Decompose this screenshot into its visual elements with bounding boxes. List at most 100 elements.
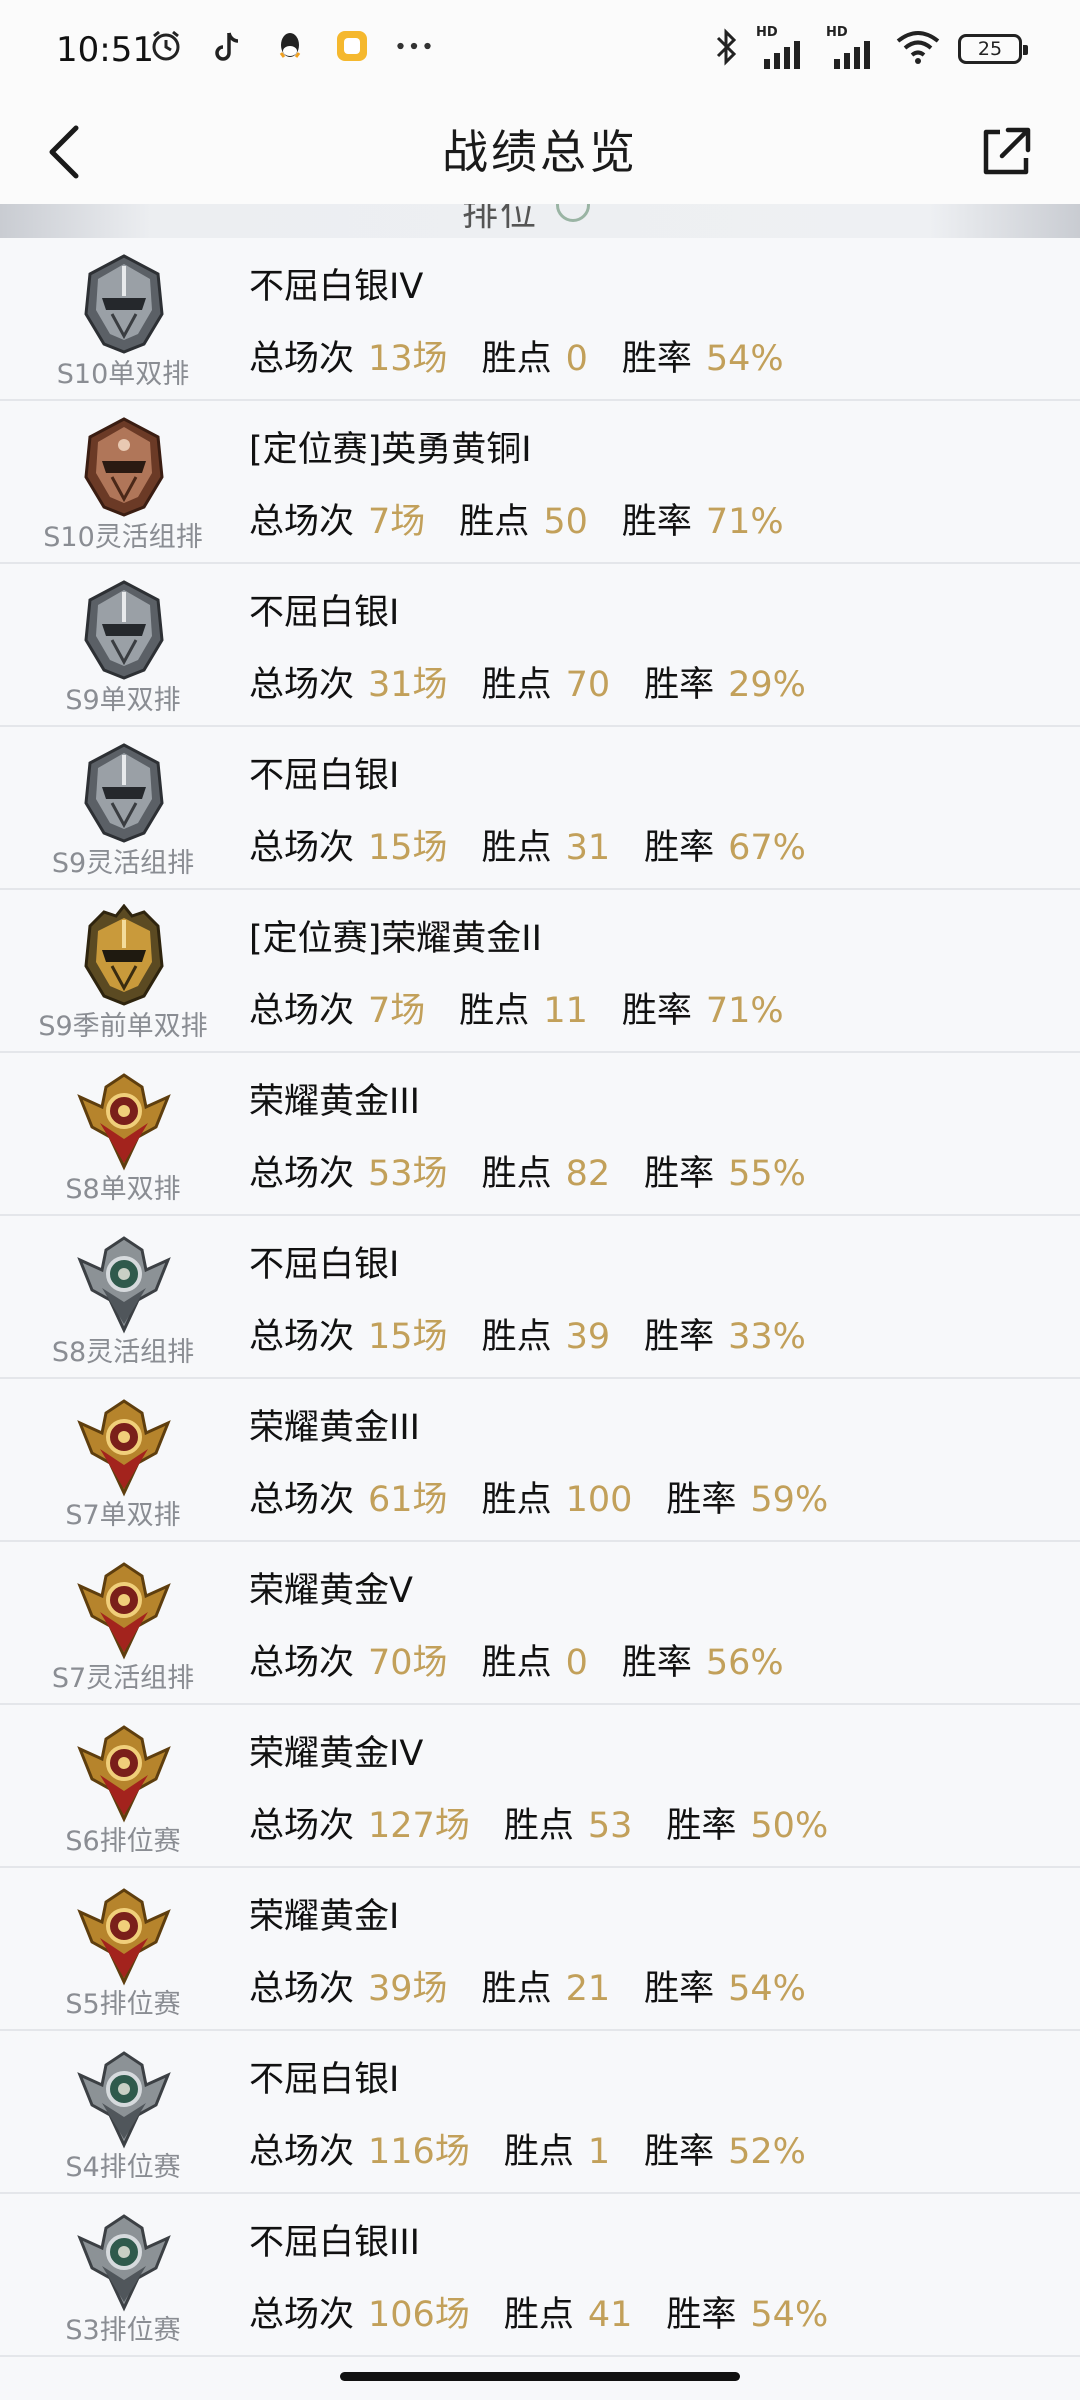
season-record-row[interactable]: S3排位赛 不屈白银III 总场次 106场 胜点 41 胜率 54% [0, 2194, 1080, 2357]
rank-title: 不屈白银I [249, 2060, 400, 2100]
points-label: 胜点 [503, 2132, 574, 2172]
season-record-row[interactable]: S5排位赛 荣耀黄金I 总场次 39场 胜点 21 胜率 54% [0, 1868, 1080, 2031]
winrate-value: 55% [728, 1154, 806, 1194]
winrate-value: 33% [728, 1317, 806, 1357]
winrate-value: 29% [728, 665, 806, 705]
season-label: S6排位赛 [65, 1826, 181, 1857]
signal-icon: HD [756, 25, 808, 69]
rank-badge-icon [72, 1230, 176, 1334]
season-label: S9季前单双排 [38, 1011, 208, 1042]
rank-title: 荣耀黄金III [249, 1082, 420, 1122]
nav-header: 战绩总览 [0, 100, 1080, 204]
season-label: S4排位赛 [65, 2152, 181, 2183]
games-label: 总场次 [249, 2132, 355, 2172]
stats-line: 总场次 116场 胜点 1 胜率 52% [249, 2123, 806, 2174]
stats-line: 总场次 39场 胜点 21 胜率 54% [249, 1960, 806, 2011]
season-label: S7单双排 [65, 1500, 181, 1531]
stats-line: 总场次 13场 胜点 0 胜率 54% [249, 330, 784, 381]
points-value: 0 [565, 1643, 588, 1683]
season-record-row[interactable]: S10单双排 不屈白银IV 总场次 13场 胜点 0 胜率 54% [0, 238, 1080, 401]
points-value: 1 [587, 2132, 611, 2172]
games-value: 7场 [368, 991, 426, 1031]
points-value: 41 [587, 2295, 633, 2335]
stats-line: 总场次 70场 胜点 0 胜率 56% [249, 1634, 784, 1685]
season-label: S8单双排 [65, 1174, 181, 1205]
points-label: 胜点 [481, 1317, 552, 1357]
stats-line: 总场次 7场 胜点 11 胜率 71% [249, 982, 784, 1033]
rank-badge-icon [72, 1393, 176, 1497]
season-record-row[interactable]: S9灵活组排 不屈白银I 总场次 15场 胜点 31 胜率 67% [0, 727, 1080, 890]
season-label: S9单双排 [65, 685, 181, 716]
points-value: 39 [565, 1317, 611, 1357]
points-value: 0 [565, 339, 588, 379]
games-value: 70场 [368, 1643, 448, 1683]
rank-title: 荣耀黄金III [249, 1408, 420, 1448]
ranked-tab-label: 排位 [462, 204, 539, 234]
games-label: 总场次 [249, 1806, 355, 1846]
points-label: 胜点 [503, 2295, 574, 2335]
share-button[interactable] [966, 112, 1046, 192]
season-record-row[interactable]: S7灵活组排 荣耀黄金V 总场次 70场 胜点 0 胜率 56% [0, 1542, 1080, 1705]
winrate-label: 胜率 [644, 1969, 715, 2009]
season-record-row[interactable]: S6排位赛 荣耀黄金IV 总场次 127场 胜点 53 胜率 50% [0, 1705, 1080, 1868]
winrate-value: 59% [750, 1480, 829, 1520]
season-record-row[interactable]: S8灵活组排 不屈白银I 总场次 15场 胜点 39 胜率 33% [0, 1216, 1080, 1379]
status-left-icons [148, 28, 432, 64]
rank-badge-icon [72, 1882, 176, 1986]
games-label: 总场次 [249, 1969, 355, 2009]
games-value: 15场 [368, 1317, 448, 1357]
winrate-label: 胜率 [621, 339, 692, 379]
season-label: S7灵活组排 [51, 1663, 195, 1694]
rank-title: [定位赛]英勇黄铜I [249, 430, 532, 470]
games-label: 总场次 [249, 502, 355, 542]
games-value: 61场 [368, 1480, 448, 1520]
wifi-icon [896, 29, 940, 69]
stats-line: 总场次 15场 胜点 31 胜率 67% [249, 819, 806, 870]
season-record-row[interactable]: S10灵活组排 [定位赛]英勇黄铜I 总场次 7场 胜点 50 胜率 71% [0, 401, 1080, 564]
winrate-value: 52% [728, 2132, 806, 2172]
season-label: S3排位赛 [65, 2315, 181, 2346]
season-record-row[interactable]: S7单双排 荣耀黄金III 总场次 61场 胜点 100 胜率 59% [0, 1379, 1080, 1542]
status-bar: 10:51 HD HD 25 [0, 0, 1080, 100]
winrate-label: 胜率 [644, 2132, 715, 2172]
points-value: 70 [565, 665, 611, 705]
battery-icon: 25 [958, 34, 1028, 64]
rank-badge-icon [72, 741, 176, 845]
winrate-label: 胜率 [644, 828, 715, 868]
status-right-icons: HD HD 25 [714, 25, 1028, 70]
rank-badge-icon [72, 1556, 176, 1660]
points-value: 82 [565, 1154, 611, 1194]
season-record-list: S10单双排 不屈白银IV 总场次 13场 胜点 0 胜率 54% S10灵活组… [0, 238, 1080, 2357]
rank-badge-icon [72, 415, 176, 519]
rank-title: 不屈白银III [249, 2223, 420, 2263]
season-record-row[interactable]: S4排位赛 不屈白银I 总场次 116场 胜点 1 胜率 52% [0, 2031, 1080, 2194]
winrate-value: 54% [750, 2295, 829, 2335]
games-label: 总场次 [249, 339, 355, 379]
rank-title: [定位赛]荣耀黄金II [249, 919, 542, 959]
points-label: 胜点 [481, 665, 552, 705]
games-value: 7场 [368, 502, 426, 542]
season-record-row[interactable]: S8单双排 荣耀黄金III 总场次 53场 胜点 82 胜率 55% [0, 1053, 1080, 1216]
points-label: 胜点 [503, 1806, 574, 1846]
ranked-tab-header[interactable]: 排位 [0, 204, 1080, 238]
bluetooth-icon [714, 28, 738, 70]
rank-title: 不屈白银I [249, 756, 400, 796]
season-label: S9灵活组排 [51, 848, 195, 879]
winrate-label: 胜率 [621, 991, 692, 1031]
points-label: 胜点 [459, 502, 530, 542]
alarm-icon [148, 28, 184, 64]
info-icon[interactable] [556, 204, 590, 222]
home-indicator[interactable] [340, 2372, 740, 2381]
season-record-row[interactable]: S9季前单双排 [定位赛]荣耀黄金II 总场次 7场 胜点 11 胜率 71% [0, 890, 1080, 1053]
games-value: 116场 [368, 2132, 470, 2172]
winrate-label: 胜率 [644, 1154, 715, 1194]
points-label: 胜点 [459, 991, 530, 1031]
games-label: 总场次 [249, 1154, 355, 1194]
winrate-value: 71% [705, 502, 784, 542]
rank-badge-icon [72, 2208, 176, 2312]
qq-icon [272, 28, 308, 64]
winrate-label: 胜率 [666, 1806, 737, 1846]
winrate-value: 54% [705, 339, 784, 379]
rank-badge-icon [72, 2045, 176, 2149]
season-record-row[interactable]: S9单双排 不屈白银I 总场次 31场 胜点 70 胜率 29% [0, 564, 1080, 727]
